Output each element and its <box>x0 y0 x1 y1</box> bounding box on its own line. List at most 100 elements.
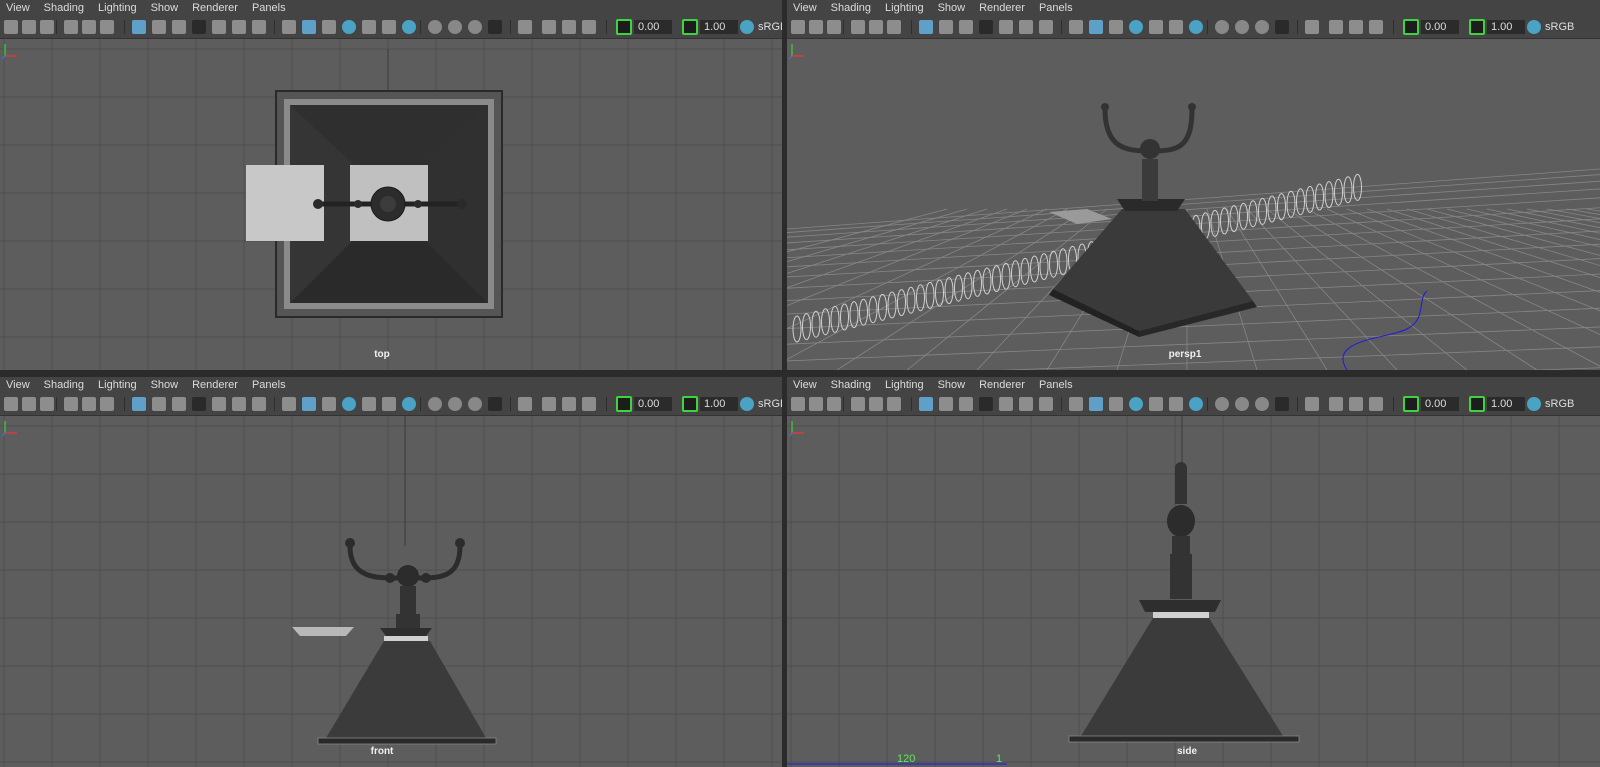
wireframe-icon[interactable] <box>282 397 296 411</box>
menu-panels[interactable]: Panels <box>1033 379 1081 391</box>
film-gate-icon[interactable] <box>939 397 953 411</box>
smooth-shade-icon[interactable] <box>1089 397 1103 411</box>
grease-pencil-icon[interactable] <box>100 20 114 34</box>
colorspace-label[interactable]: sRGB <box>758 20 782 34</box>
grid-icon[interactable] <box>919 397 933 411</box>
field-chart-icon[interactable] <box>212 20 226 34</box>
viewport-panel-persp[interactable]: View Shading Lighting Show Renderer Panels 0.0… <box>787 0 1600 370</box>
ambient-occlusion-icon[interactable] <box>428 20 442 34</box>
depth-of-field-icon[interactable] <box>488 397 502 411</box>
bookmark-icon[interactable] <box>40 397 54 411</box>
antialias-icon[interactable] <box>468 20 482 34</box>
exposure-icon[interactable] <box>1403 19 1419 35</box>
xray-joints-icon[interactable] <box>582 20 596 34</box>
viewport-panel-top[interactable]: View Shading Lighting Show Renderer Panels 0.0… <box>0 0 782 370</box>
field-chart-icon[interactable] <box>999 20 1013 34</box>
motion-blur-icon[interactable] <box>448 20 462 34</box>
isolate-select-icon[interactable] <box>518 20 532 34</box>
field-chart-icon[interactable] <box>212 397 226 411</box>
menu-lighting[interactable]: Lighting <box>92 2 145 14</box>
camera-icon[interactable] <box>791 20 805 34</box>
use-default-material-icon[interactable] <box>1109 20 1123 34</box>
motion-blur-icon[interactable] <box>1235 20 1249 34</box>
menu-shading[interactable]: Shading <box>825 2 879 14</box>
viewport-panel-front[interactable]: View Shading Lighting Show Renderer Panels 0.0… <box>0 377 782 767</box>
image-plane-icon[interactable] <box>64 20 78 34</box>
grid-icon[interactable] <box>132 20 146 34</box>
viewport-canvas[interactable]: persp1 <box>787 39 1600 370</box>
use-lights-icon[interactable] <box>382 20 396 34</box>
safe-title-icon[interactable] <box>252 397 266 411</box>
camera-icon[interactable] <box>4 397 18 411</box>
depth-of-field-icon[interactable] <box>488 20 502 34</box>
ambient-occlusion-icon[interactable] <box>1215 20 1229 34</box>
colorspace-label[interactable]: sRGB <box>758 397 782 411</box>
menu-lighting[interactable]: Lighting <box>879 379 932 391</box>
2d-pan-icon[interactable] <box>869 20 883 34</box>
menu-show[interactable]: Show <box>932 379 974 391</box>
menu-panels[interactable]: Panels <box>1033 2 1081 14</box>
bookmark-icon[interactable] <box>40 20 54 34</box>
wireframe-icon[interactable] <box>1069 20 1083 34</box>
safe-action-icon[interactable] <box>1019 397 1033 411</box>
exposure-field[interactable]: 0.00 <box>634 20 672 34</box>
image-plane-icon[interactable] <box>64 397 78 411</box>
motion-blur-icon[interactable] <box>448 397 462 411</box>
resolution-gate-icon[interactable] <box>172 20 186 34</box>
menu-view[interactable]: View <box>787 379 825 391</box>
film-gate-icon[interactable] <box>152 397 166 411</box>
safe-action-icon[interactable] <box>1019 20 1033 34</box>
ambient-occlusion-icon[interactable] <box>428 397 442 411</box>
wireframe-icon[interactable] <box>282 20 296 34</box>
menu-renderer[interactable]: Renderer <box>186 2 246 14</box>
menu-view[interactable]: View <box>0 379 38 391</box>
xray-joint-icon[interactable] <box>342 20 356 34</box>
shadows-icon[interactable] <box>1189 20 1203 34</box>
viewport-panel-side[interactable]: View Shading Lighting Show Renderer Panels 0.0… <box>787 377 1600 767</box>
menu-lighting[interactable]: Lighting <box>92 379 145 391</box>
smooth-shade-icon[interactable] <box>302 20 316 34</box>
grease-pencil-icon[interactable] <box>887 20 901 34</box>
smooth-shade-icon[interactable] <box>302 397 316 411</box>
xray-joint-icon[interactable] <box>1129 397 1143 411</box>
menu-renderer[interactable]: Renderer <box>186 379 246 391</box>
depth-of-field-icon[interactable] <box>1275 20 1289 34</box>
menu-renderer[interactable]: Renderer <box>973 2 1033 14</box>
view-transform-icon[interactable] <box>740 20 754 34</box>
gate-mask-icon[interactable] <box>192 20 206 34</box>
2d-pan-icon[interactable] <box>82 20 96 34</box>
xray-joint-icon[interactable] <box>1129 20 1143 34</box>
smooth-shade-icon[interactable] <box>1089 20 1103 34</box>
isolate-select-icon[interactable] <box>1305 397 1319 411</box>
shadows-icon[interactable] <box>1189 397 1203 411</box>
xray-joints-icon[interactable] <box>582 397 596 411</box>
view-transform-icon[interactable] <box>1527 397 1541 411</box>
camera-icon[interactable] <box>791 397 805 411</box>
resolution-gate-icon[interactable] <box>959 397 973 411</box>
textured-icon[interactable] <box>362 397 376 411</box>
camera-select-icon[interactable] <box>22 20 36 34</box>
2d-pan-icon[interactable] <box>82 397 96 411</box>
exposure-field[interactable]: 0.00 <box>1421 20 1459 34</box>
field-chart-icon[interactable] <box>999 397 1013 411</box>
image-plane-icon[interactable] <box>851 397 865 411</box>
gate-mask-icon[interactable] <box>979 20 993 34</box>
gamma-icon[interactable] <box>1469 19 1485 35</box>
view-transform-icon[interactable] <box>740 397 754 411</box>
gamma-icon[interactable] <box>682 396 698 412</box>
gate-mask-icon[interactable] <box>979 397 993 411</box>
grease-pencil-icon[interactable] <box>100 397 114 411</box>
safe-title-icon[interactable] <box>1039 397 1053 411</box>
shadows-icon[interactable] <box>402 397 416 411</box>
xray-active-icon[interactable] <box>562 20 576 34</box>
textured-icon[interactable] <box>362 20 376 34</box>
xray-icon[interactable] <box>1329 397 1343 411</box>
viewport-canvas[interactable]: front <box>0 416 782 767</box>
menu-show[interactable]: Show <box>145 379 187 391</box>
resolution-gate-icon[interactable] <box>959 20 973 34</box>
gamma-field[interactable]: 1.00 <box>700 20 738 34</box>
xray-joints-icon[interactable] <box>1369 397 1383 411</box>
menu-show[interactable]: Show <box>145 2 187 14</box>
ambient-occlusion-icon[interactable] <box>1215 397 1229 411</box>
colorspace-label[interactable]: sRGB <box>1545 20 1574 34</box>
